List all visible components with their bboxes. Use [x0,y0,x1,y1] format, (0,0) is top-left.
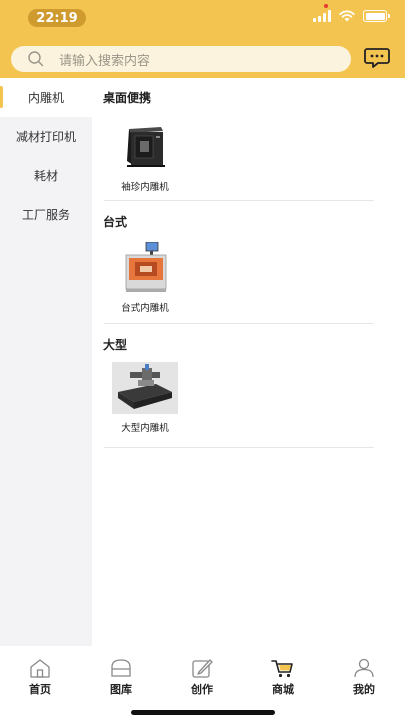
section-title: 桌面便携 [103,91,152,105]
status-icons [313,10,390,22]
tab-shop[interactable]: 商城 [253,658,313,697]
home-indicator [131,710,275,715]
tab-gallery[interactable]: 图库 [91,658,151,697]
section-tabletop: 台式 [103,212,385,232]
product-card[interactable]: 大型内雕机 [105,362,185,434]
sidebar-item-subtractive-printer[interactable]: 减材打印机 [0,117,92,156]
cart-icon [271,660,293,678]
search-placeholder: 请输入搜索内容 [59,53,151,69]
product-image-pocket-engraver [127,127,165,167]
message-icon[interactable] [364,47,390,69]
section-title: 台式 [103,215,128,229]
tab-label: 商城 [272,683,294,696]
status-time: 22:19 [28,9,86,27]
search-input[interactable]: 请输入搜索内容 [11,46,351,72]
product-list: 桌面便携 袖珍内雕机 台式 台式内雕机 大型 大型内雕机 [92,78,405,646]
sidebar-item-label: 内雕机 [27,91,64,105]
product-name: 袖珍内雕机 [121,182,169,193]
sidebar-item-label: 减材打印机 [15,130,76,144]
signal-icon [313,10,331,22]
product-image-large-engraver [112,362,178,414]
section-large: 大型 [103,335,385,355]
bottom-tab-bar: 首页 图库 创作 商城 我的 [0,646,405,720]
tab-profile[interactable]: 我的 [334,658,394,697]
wifi-icon [339,10,355,22]
header: 22:19 请输入搜索内容 [0,0,405,78]
tab-create[interactable]: 创作 [172,658,232,697]
create-icon [192,659,213,678]
sidebar-item-consumables[interactable]: 耗材 [0,156,92,195]
section-desktop-portable: 桌面便携 [103,88,385,108]
section-divider [104,200,374,201]
sidebar-item-label: 耗材 [33,169,58,183]
home-icon [30,659,50,678]
product-name: 大型内雕机 [121,423,169,434]
gallery-icon [111,659,131,677]
search-icon [28,51,44,67]
status-bar: 22:19 [0,0,405,36]
sidebar-item-label: 工厂服务 [21,208,70,222]
tab-label: 首页 [29,683,51,696]
sidebar-item-engraver[interactable]: 内雕机 [0,78,92,117]
section-divider [104,323,374,324]
tab-home[interactable]: 首页 [10,658,70,697]
section-title: 大型 [103,338,128,352]
battery-icon [363,10,390,22]
profile-icon [354,658,374,678]
tab-label: 创作 [191,683,213,696]
tab-label: 图库 [110,683,132,696]
product-card[interactable]: 台式内雕机 [105,242,185,314]
section-divider [104,447,374,448]
product-name: 台式内雕机 [121,303,169,314]
sidebar-item-factory-service[interactable]: 工厂服务 [0,195,92,234]
product-card[interactable]: 袖珍内雕机 [105,121,185,193]
recording-indicator [324,4,328,8]
tab-label: 我的 [353,683,375,696]
category-sidebar: 内雕机 减材打印机 耗材 工厂服务 [0,78,92,646]
product-image-tabletop-engraver [125,242,167,292]
